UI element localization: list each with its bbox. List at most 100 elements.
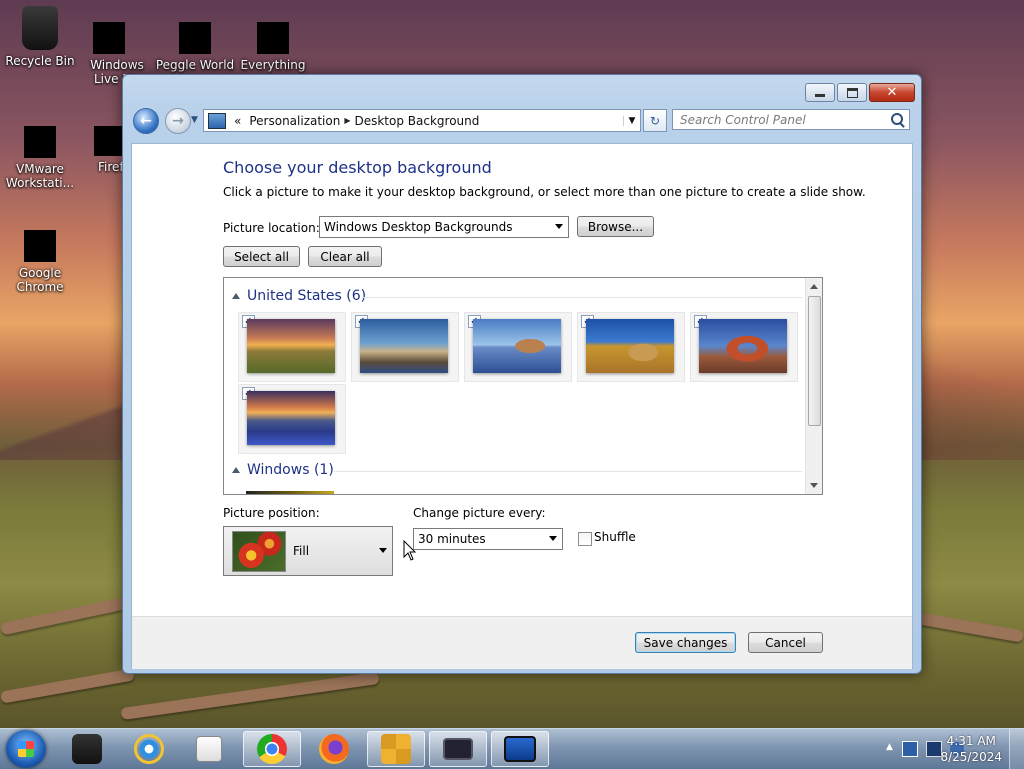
- breadcrumb-personalization[interactable]: Personalization: [245, 114, 344, 128]
- clear-all-button[interactable]: Clear all: [308, 246, 382, 267]
- picture-position-select[interactable]: Fill: [223, 526, 393, 576]
- taskbar: ▲ 4:31 AM 8/25/2024: [0, 728, 1024, 769]
- chrome-icon: [257, 734, 287, 764]
- collapse-icon: [232, 467, 240, 473]
- select-all-button[interactable]: Select all: [223, 246, 300, 267]
- group-divider: [362, 297, 802, 298]
- taskbar-internet-explorer[interactable]: [120, 731, 178, 767]
- windows-picture-partial[interactable]: [246, 491, 334, 494]
- recycle-bin-icon: [22, 6, 58, 50]
- taskbar-vmware[interactable]: [367, 731, 425, 767]
- vmware-icon: [24, 126, 56, 158]
- wallpaper-fence: [0, 596, 130, 636]
- change-picture-interval-select[interactable]: 30 minutes: [413, 528, 563, 550]
- dialog-footer: Save changes Cancel: [132, 616, 912, 669]
- change-picture-every-label: Change picture every:: [413, 506, 546, 520]
- picture-position-value: Fill: [293, 544, 310, 558]
- shuffle-checkbox[interactable]: [578, 532, 592, 546]
- recent-pages-dropdown[interactable]: ▼: [191, 115, 198, 125]
- gallery-scrollbar[interactable]: [805, 278, 822, 494]
- desktop-icon-everything[interactable]: Everything: [233, 6, 313, 72]
- change-picture-interval-value: 30 minutes: [418, 532, 486, 546]
- lighthouse-picture: [360, 319, 448, 373]
- picture-position-label: Picture position:: [223, 506, 320, 520]
- maximize-button[interactable]: [837, 83, 867, 102]
- address-bar[interactable]: « Personalization ▶ Desktop Background ▼: [203, 109, 641, 132]
- desktop-icon-firefox[interactable]: Firef: [78, 110, 128, 174]
- desktop-icon-label: Recycle Bin: [5, 54, 75, 68]
- scroll-down-icon[interactable]: [810, 483, 818, 488]
- forward-button[interactable]: →: [165, 108, 191, 134]
- group-header-united-states[interactable]: United States (6): [232, 288, 366, 304]
- scroll-up-icon[interactable]: [810, 284, 818, 289]
- firefox-icon: [319, 734, 349, 764]
- page-title: Choose your desktop background: [223, 158, 492, 177]
- windows-live-mail-icon: [93, 22, 125, 54]
- hay-bale-picture: [586, 319, 674, 373]
- everything-icon: [257, 22, 289, 54]
- mouse-cursor-icon: [403, 540, 417, 561]
- desktop-icon-vmware[interactable]: VMware Workstati...: [0, 110, 80, 190]
- navigation-bar: ← → ▼ « Personalization ▶ Desktop Backgr…: [129, 106, 915, 134]
- browse-button[interactable]: Browse...: [577, 216, 654, 237]
- search-placeholder: Search Control Panel: [680, 112, 806, 127]
- search-icon[interactable]: [891, 113, 903, 125]
- desktop-icon-peggle-world[interactable]: Peggle World: [155, 6, 235, 72]
- taskbar-chrome[interactable]: [243, 731, 301, 767]
- window-controls: ✕: [805, 83, 915, 102]
- back-button[interactable]: ←: [133, 108, 159, 134]
- desktop-icon-google-chrome[interactable]: Google Chrome: [0, 214, 80, 294]
- picture-thumbnail[interactable]: ✓: [690, 312, 798, 382]
- search-input[interactable]: Search Control Panel: [672, 109, 910, 130]
- desktop-icon-label: Peggle World: [155, 58, 235, 72]
- desktop-icon-label: Everything: [240, 58, 306, 72]
- chevron-down-icon: [549, 536, 557, 541]
- picture-thumbnail[interactable]: ✓: [238, 384, 346, 454]
- control-panel-window-icon: [504, 736, 536, 762]
- taskbar-clock[interactable]: 4:31 AM 8/25/2024: [940, 733, 1002, 765]
- group-title: Windows (1): [247, 462, 334, 478]
- picture-thumbnail[interactable]: ✓: [238, 312, 346, 382]
- picture-location-label: Picture location:: [223, 221, 320, 235]
- breadcrumb-prefix[interactable]: «: [230, 114, 245, 128]
- taskbar-control-panel[interactable]: [491, 731, 549, 767]
- start-button[interactable]: [6, 730, 46, 768]
- taskbar-media-player[interactable]: [180, 731, 238, 767]
- save-changes-button[interactable]: Save changes: [635, 632, 736, 653]
- scrollbar-thumb[interactable]: [808, 296, 821, 426]
- desktop-icon-label: VMware Workstati...: [5, 162, 75, 190]
- control-panel-icon: [208, 112, 226, 129]
- clock-date: 8/25/2024: [940, 750, 1002, 764]
- taskbar-firefox[interactable]: [305, 731, 363, 767]
- desktop-icon-label: Google Chrome: [16, 266, 64, 294]
- show-hidden-icons-icon[interactable]: ▲: [886, 742, 894, 756]
- remote-desktop-icon: [443, 738, 473, 760]
- taskbar-task-manager[interactable]: [58, 731, 116, 767]
- collapse-icon: [232, 293, 240, 299]
- desktop-icon-recycle-bin[interactable]: Recycle Bin: [0, 6, 80, 68]
- network-icon[interactable]: [902, 741, 918, 757]
- picture-thumbnail[interactable]: ✓: [351, 312, 459, 382]
- task-manager-icon: [72, 734, 102, 764]
- sunset-field-picture: [247, 319, 335, 373]
- firefox-icon: [94, 126, 124, 156]
- group-header-windows[interactable]: Windows (1): [232, 462, 334, 478]
- delicate-arch-picture: [699, 319, 787, 373]
- internet-explorer-icon: [134, 734, 164, 764]
- cancel-button[interactable]: Cancel: [748, 632, 823, 653]
- address-dropdown-icon[interactable]: ▼: [623, 115, 640, 126]
- minimize-button[interactable]: [805, 83, 835, 102]
- picture-thumbnail[interactable]: ✓: [464, 312, 572, 382]
- shuffle-label[interactable]: Shuffle: [594, 530, 636, 544]
- picture-thumbnail[interactable]: ✓: [577, 312, 685, 382]
- refresh-button[interactable]: ↻: [643, 109, 667, 132]
- content-pane: Choose your desktop background Click a p…: [131, 143, 913, 669]
- media-player-icon: [196, 736, 222, 762]
- flower-preview-image: [232, 531, 286, 572]
- wallpaper-fence: [0, 668, 136, 704]
- picture-location-select[interactable]: Windows Desktop Backgrounds: [319, 216, 569, 238]
- close-button[interactable]: ✕: [869, 83, 915, 102]
- breadcrumb-desktop-background[interactable]: Desktop Background: [350, 114, 483, 128]
- taskbar-remote-desktop[interactable]: [429, 731, 487, 767]
- show-desktop-button[interactable]: [1009, 729, 1024, 769]
